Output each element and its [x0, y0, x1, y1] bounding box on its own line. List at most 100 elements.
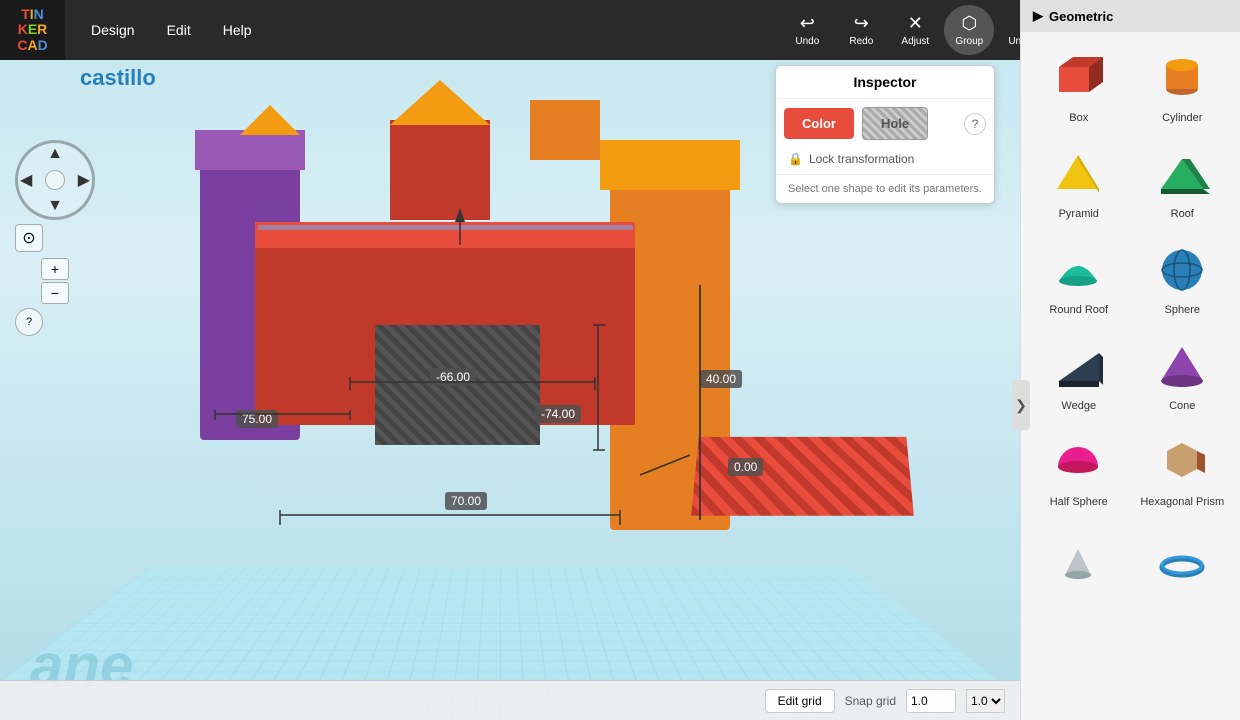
compass: ▲ ▼ ◀ ▶	[15, 140, 95, 220]
tower-red-back[interactable]	[390, 120, 490, 220]
shape-cylinder[interactable]: Cylinder	[1133, 40, 1233, 132]
edit-grid-button[interactable]: Edit grid	[765, 689, 835, 713]
dim-label-6: 70.00	[445, 492, 487, 510]
snap-grid-input[interactable]	[906, 689, 956, 713]
shape-round-roof[interactable]: Round Roof	[1029, 232, 1129, 324]
wedge-icon	[1049, 336, 1109, 396]
undo-icon: ↩	[800, 13, 815, 34]
tower-purple-top	[195, 130, 305, 170]
snap-grid-select[interactable]: 1.0 0.5 2.0	[966, 689, 1005, 713]
shapes-grid-extra	[1021, 524, 1240, 608]
red-platform[interactable]	[691, 437, 914, 516]
small-cone-icon	[1049, 532, 1109, 592]
pyramid-label: Pyramid	[1059, 208, 1099, 220]
box-label: Box	[1069, 112, 1088, 124]
nav-right-button[interactable]: ▶	[78, 170, 90, 190]
dim-label-2: -74.00	[535, 405, 581, 423]
adjust-icon: ✕	[908, 13, 923, 34]
roof-icon	[1152, 144, 1212, 204]
sphere-icon	[1152, 240, 1212, 300]
pyramid-icon	[1049, 144, 1109, 204]
shapes-grid: Box Cylinder Pyramid	[1021, 32, 1240, 524]
project-title[interactable]: castillo	[80, 65, 156, 91]
shape-sphere[interactable]: Sphere	[1133, 232, 1233, 324]
shape-cone[interactable]: Cone	[1133, 328, 1233, 420]
menu-items: Design Edit Help	[75, 14, 268, 46]
inspector-color-row: Color Hole ?	[776, 99, 994, 148]
torus-icon	[1152, 532, 1212, 592]
shape-pyramid[interactable]: Pyramid	[1029, 136, 1129, 228]
cylinder-label: Cylinder	[1162, 112, 1202, 124]
hex-prism-label: Hexagonal Prism	[1140, 496, 1224, 508]
help-button[interactable]: ?	[15, 308, 43, 336]
nav-controls: ▲ ▼ ◀ ▶ ⊙ + − ?	[15, 140, 95, 336]
adjust-button[interactable]: ✕ Adjust	[890, 9, 940, 51]
shapes-header-label: Geometric	[1049, 9, 1113, 24]
group-button[interactable]: ⬡ Group	[944, 5, 994, 55]
home-button[interactable]: ⊙	[15, 224, 43, 252]
dim-label-1: -66.00	[430, 368, 476, 386]
zoom-in-button[interactable]: +	[41, 258, 69, 280]
panel-toggle-icon: ❯	[1015, 397, 1027, 414]
shapes-header: ▶ Geometric	[1021, 0, 1240, 32]
inspector-panel: Inspector Color Hole ? 🔒 Lock transforma…	[775, 65, 995, 204]
inspector-hint: Select one shape to edit its parameters.	[776, 174, 994, 203]
dim-label-3: 75.00	[236, 410, 278, 428]
nav-up-button[interactable]: ▲	[47, 145, 63, 163]
half-sphere-icon	[1049, 432, 1109, 492]
zoom-out-button[interactable]: −	[41, 282, 69, 304]
hex-prism-icon	[1152, 432, 1212, 492]
round-roof-label: Round Roof	[1049, 304, 1108, 316]
shape-roof[interactable]: Roof	[1133, 136, 1233, 228]
shape-half-sphere[interactable]: Half Sphere	[1029, 424, 1129, 516]
box-icon	[1049, 48, 1109, 108]
lock-row[interactable]: 🔒 Lock transformation	[776, 148, 994, 174]
hole-button[interactable]: Hole	[862, 107, 928, 140]
nav-down-button[interactable]: ▼	[47, 197, 63, 215]
inspector-title: Inspector	[776, 66, 994, 99]
zoom-controls: + −	[15, 258, 95, 304]
redo-button[interactable]: ↪ Redo	[836, 9, 886, 51]
roof-label: Roof	[1171, 208, 1194, 220]
wedge-label: Wedge	[1061, 400, 1096, 412]
bottom-bar: Edit grid Snap grid 1.0 0.5 2.0	[0, 680, 1020, 720]
color-button[interactable]: Color	[784, 108, 854, 139]
cone-label: Cone	[1169, 400, 1195, 412]
sphere-label: Sphere	[1165, 304, 1200, 316]
menu-design[interactable]: Design	[75, 14, 151, 46]
shapes-panel: ▶ Geometric Box Cylin	[1020, 0, 1240, 720]
round-roof-icon	[1049, 240, 1109, 300]
home-icon: ⊙	[22, 228, 35, 248]
half-sphere-label: Half Sphere	[1050, 496, 1108, 508]
red-tower-tip	[390, 80, 490, 125]
shape-torus[interactable]	[1133, 524, 1233, 600]
shape-wedge[interactable]: Wedge	[1029, 328, 1129, 420]
snap-grid-label: Snap grid	[845, 694, 896, 708]
menu-help[interactable]: Help	[207, 14, 268, 46]
shapes-header-icon: ▶	[1033, 8, 1043, 24]
nav-left-button[interactable]: ◀	[20, 170, 32, 190]
shape-box[interactable]: Box	[1029, 40, 1129, 132]
nav-center[interactable]	[45, 170, 65, 190]
tower-orange-top	[600, 140, 740, 190]
lock-icon: 🔒	[788, 152, 803, 166]
logo[interactable]: TIN KER CAD	[0, 0, 65, 60]
group-icon: ⬡	[961, 13, 977, 34]
menu-edit[interactable]: Edit	[151, 14, 207, 46]
dim-label-5: 0.00	[728, 458, 763, 476]
cylinder-icon	[1152, 48, 1212, 108]
panel-toggle-button[interactable]: ❯	[1012, 380, 1030, 430]
redo-icon: ↪	[854, 13, 869, 34]
tower-orange-back-right[interactable]	[530, 100, 600, 160]
dim-label-4: 40.00	[700, 370, 742, 388]
shape-hex-prism[interactable]: Hexagonal Prism	[1133, 424, 1233, 516]
lock-label: Lock transformation	[809, 152, 914, 166]
nav-ring: ▲ ▼ ◀ ▶	[15, 140, 95, 220]
undo-button[interactable]: ↩ Undo	[782, 9, 832, 51]
logo-text: TIN KER CAD	[17, 7, 47, 53]
cone-icon	[1152, 336, 1212, 396]
wall-highlight	[258, 225, 633, 230]
inspector-help-button[interactable]: ?	[964, 113, 986, 135]
shape-small-cone[interactable]	[1029, 524, 1129, 600]
tower-tip	[240, 105, 300, 135]
